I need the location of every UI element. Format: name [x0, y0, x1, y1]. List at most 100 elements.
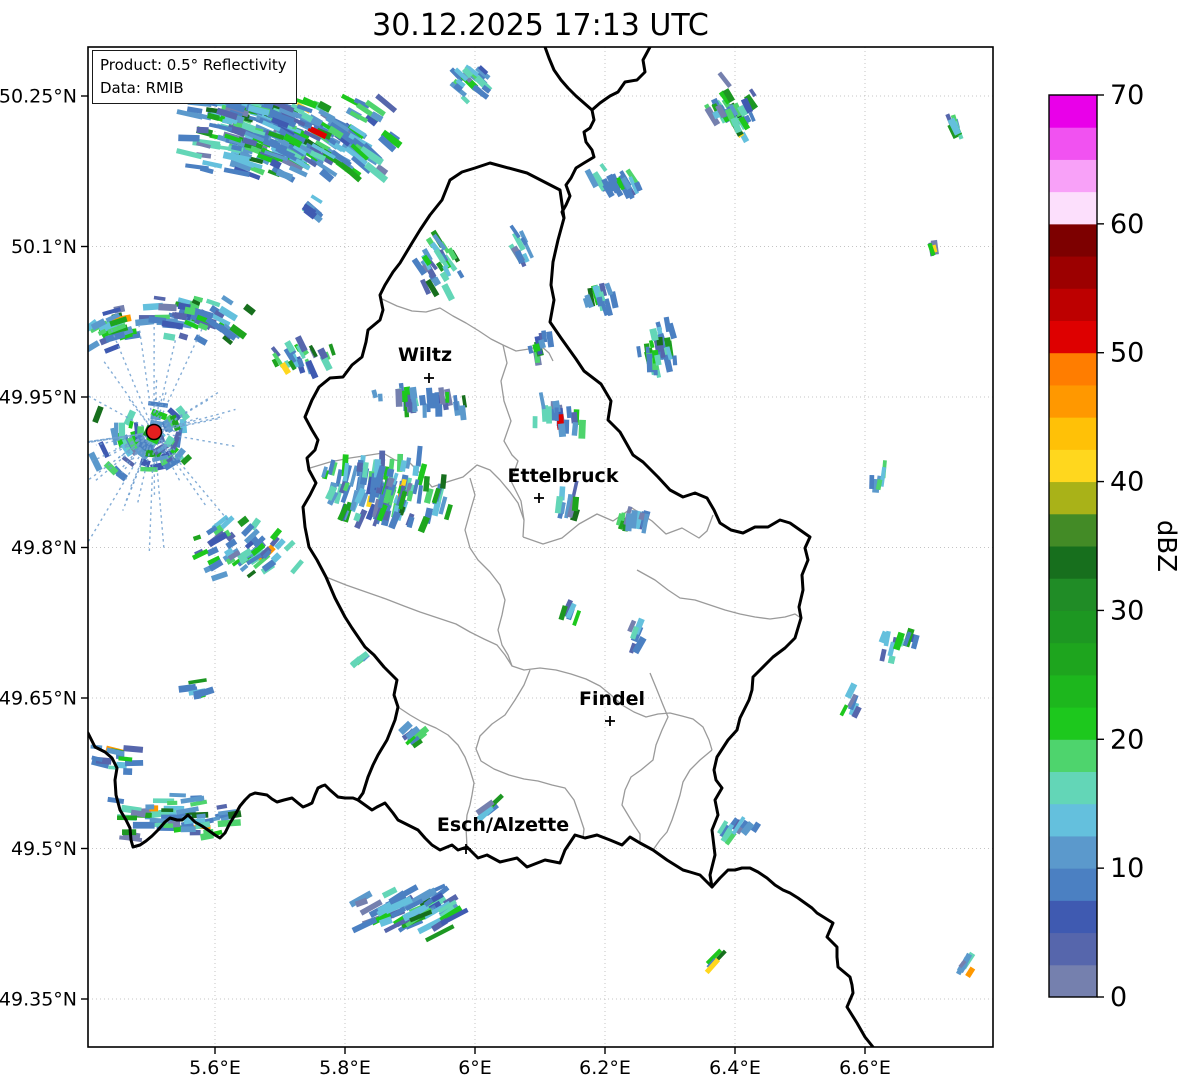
radar-echo-bin: [566, 406, 573, 419]
colorbar-segment: [1049, 900, 1097, 934]
radar-echo-bin: [305, 359, 319, 380]
radar-echo-bin: [175, 148, 203, 160]
city-label: Wiltz: [398, 344, 452, 366]
radar-echo-bin: [310, 194, 323, 205]
radar-echo-bin: [887, 655, 896, 665]
city-label: Esch/Alzette: [437, 814, 569, 836]
radar-echo-bin: [839, 704, 849, 717]
radar-echo-bin: [672, 355, 678, 366]
lon-tick-label: 6.2°E: [579, 1057, 631, 1079]
radar-echo-bin: [140, 466, 158, 472]
district-border-path: [464, 477, 513, 667]
colorbar-segment: [1049, 546, 1097, 579]
colorbar-segment: [1049, 417, 1097, 450]
district-border-path: [652, 749, 713, 851]
radar-echo-bin: [123, 745, 144, 753]
radar-echo-bin: [145, 804, 155, 810]
radar-echo-bin: [395, 388, 403, 407]
colorbar-segment: [1049, 771, 1097, 805]
radar-echo-bin: [188, 678, 207, 685]
radar-echo-bin: [275, 168, 294, 181]
lat-tick-label: 49.5°N: [11, 838, 77, 860]
district-border-path: [636, 569, 802, 620]
colorbar-segment: [1049, 449, 1097, 483]
radar-spoke: [88, 441, 149, 542]
radar-echo-bin: [92, 405, 104, 424]
radar-echo-bin: [527, 345, 534, 354]
radar-echo-bin: [237, 515, 250, 528]
country-border-france-germany: [710, 866, 875, 1047]
plot-title: 30.12.2025 17:13 UTC: [372, 8, 709, 43]
radar-spoke: [138, 326, 154, 423]
radar-map-canvas: Wiltz Ettelbruck Findel Esch/Alzette 50.25°N…: [0, 46, 1181, 1079]
radar-echo-bin: [599, 162, 608, 173]
radar-echo-bin: [625, 513, 633, 532]
map-layer: Wiltz Ettelbruck Findel Esch/Alzette: [88, 47, 993, 1047]
colorbar-segment: [1049, 610, 1097, 644]
colorbar-segment: [1049, 384, 1097, 418]
colorbar-tick-label: 70: [1110, 80, 1144, 111]
radar-echo-bin: [104, 343, 121, 354]
lon-tick-label: 6.6°E: [839, 1057, 891, 1079]
radar-echo-bin: [163, 332, 176, 341]
radar-echo-bin: [167, 800, 178, 806]
colorbar-segment: [1049, 707, 1097, 740]
radar-echo-bin: [578, 419, 586, 439]
radar-echo-bin: [88, 451, 103, 472]
city-label: Findel: [579, 688, 645, 710]
radar-spoke: [102, 360, 148, 423]
radar-echo-bin: [425, 387, 434, 407]
colorbar-segment: [1049, 481, 1097, 515]
radar-echo-bin: [328, 343, 336, 356]
radar-echo-bin: [532, 416, 538, 429]
lat-tick-label: 50.1°N: [11, 236, 77, 258]
product-info-box: Product: 0.5° Reflectivity Data: RMIB: [92, 50, 297, 104]
colorbar-segment: [1049, 223, 1097, 257]
lat-tick-label: 49.65°N: [0, 688, 77, 710]
radar-echo-bin: [221, 294, 234, 306]
echo-layer: [88, 64, 976, 978]
radar-echo-bin: [415, 445, 423, 467]
lon-tick-label: 5.8°E: [319, 1057, 371, 1079]
colorbar-segment: [1049, 288, 1097, 321]
radar-echo-bin: [571, 421, 579, 436]
radar-echo-bin: [445, 391, 450, 403]
colorbar-segment: [1049, 513, 1097, 547]
radar-echo-bin: [441, 283, 455, 302]
radar-echo-bin: [246, 569, 257, 579]
city-label: Ettelbruck: [508, 465, 619, 487]
radar-echo-bin: [417, 515, 430, 534]
lat-tick-label: 49.95°N: [0, 387, 77, 409]
radar-spoke: [161, 430, 176, 433]
colorbar-segment: [1049, 964, 1097, 998]
radar-echo-bin: [412, 465, 420, 477]
colorbar-segment: [1049, 256, 1097, 289]
radar-echo-bin: [243, 303, 256, 316]
radar-echo-bin: [435, 404, 443, 417]
radar-echo-bin: [180, 826, 196, 833]
radar-echo-bin: [153, 295, 166, 301]
radar-echo-bin: [118, 756, 133, 762]
radar-echo-bin: [545, 406, 552, 424]
district-border-path: [522, 507, 714, 545]
radar-echo-bin: [554, 407, 559, 421]
country-border-belgium-germany-n: [543, 47, 594, 112]
radar-echo-bin: [123, 768, 133, 776]
lon-tick-label: 6°E: [458, 1057, 492, 1079]
colorbar-segment: [1049, 642, 1097, 676]
colorbar-tick-label: 60: [1110, 209, 1144, 240]
radar-echo-bin: [169, 792, 186, 798]
colorbar-segment: [1049, 95, 1097, 128]
lon-tick-label: 6.4°E: [709, 1057, 761, 1079]
radar-echo-bin: [546, 331, 555, 348]
radar-echo-bin: [440, 474, 447, 489]
radar-echo-bin: [283, 539, 296, 552]
radar-echo-bin: [356, 462, 363, 472]
product-info-line1: Product: 0.5° Reflectivity: [100, 56, 287, 74]
colorbar-segment: [1049, 320, 1097, 354]
colorbar-unit-label: dBZ: [1151, 520, 1181, 572]
radar-echo-bin: [196, 126, 209, 134]
radar-echo-bin: [557, 423, 567, 438]
radar-echo-bin: [538, 392, 546, 410]
radar-echo-bin: [161, 808, 174, 813]
